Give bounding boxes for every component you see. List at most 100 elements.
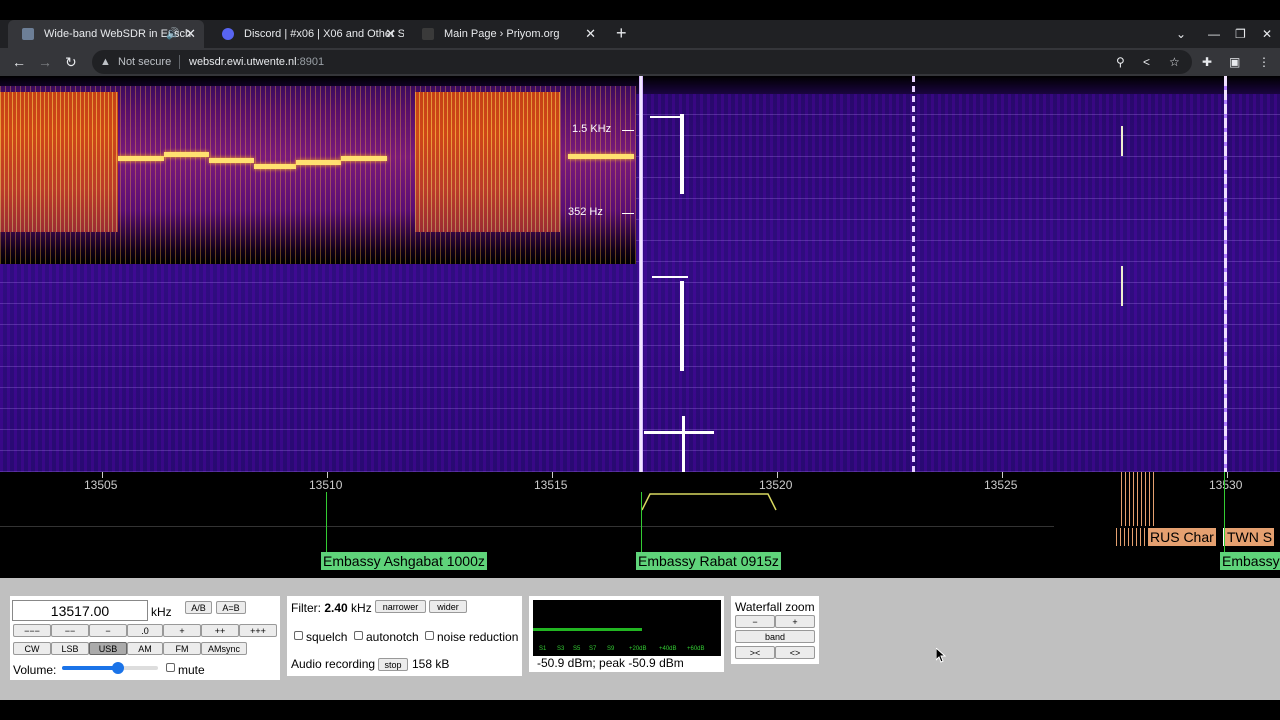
zoom-in-button[interactable]: + — [775, 615, 815, 628]
cw-signal-trace — [650, 116, 680, 118]
marker-rabat[interactable]: Embassy Rabat 0915z — [636, 552, 781, 570]
mute-checkbox[interactable] — [166, 663, 175, 672]
tone-trace — [164, 152, 209, 157]
squelch-checkbox[interactable] — [294, 631, 303, 640]
signal-streak — [1224, 76, 1227, 472]
s-meter-level — [533, 628, 643, 631]
marker-line — [1224, 472, 1225, 552]
restore-icon[interactable]: ❐ — [1235, 20, 1246, 48]
close-tab-icon[interactable]: ✕ — [585, 20, 596, 48]
menu-icon[interactable]: ⋮ — [1258, 48, 1270, 76]
spectrum-tick — [622, 213, 634, 214]
volume-slider[interactable] — [62, 662, 158, 674]
close-tab-icon[interactable]: ✕ — [185, 20, 196, 48]
marker-twn[interactable]: TWN S — [1223, 528, 1275, 546]
address-bar[interactable]: ▲ Not secure websdr.ewi.utwente.nl:8901 — [92, 50, 1192, 74]
passband-indicator[interactable] — [640, 492, 780, 512]
marker-embassy[interactable]: Embassy — [1220, 552, 1280, 570]
cw-signal-trace — [644, 431, 714, 434]
frequency-scale[interactable]: 13505 13510 13515 13520 13525 13530 RUS … — [0, 472, 1280, 578]
mode-lsb-button[interactable]: LSB — [51, 642, 89, 655]
new-tab-icon[interactable]: + — [616, 20, 627, 48]
priyom-favicon-icon — [422, 28, 434, 40]
s-meter-tick: +40dB — [659, 646, 677, 652]
scale-label: 13510 — [309, 478, 343, 492]
tone-trace — [118, 156, 164, 161]
warning-icon[interactable]: ▲ — [100, 50, 111, 74]
close-tab-icon[interactable]: ✕ — [385, 20, 396, 48]
wider-button[interactable]: wider — [429, 600, 467, 613]
cw-signal-trace — [680, 114, 684, 194]
zoom-shrink-button[interactable]: >< — [735, 646, 775, 659]
mouse-cursor-icon — [936, 648, 946, 663]
share-icon[interactable]: < — [1143, 48, 1150, 76]
zoom-band-button[interactable]: band — [735, 630, 815, 643]
step-up-2-button[interactable]: ++ — [201, 624, 239, 637]
ab-button[interactable]: A/B — [185, 601, 212, 614]
s-meter-tick: S1 — [539, 646, 547, 652]
side-panel-icon[interactable]: ▣ — [1229, 48, 1240, 76]
noise-reduction-checkbox[interactable] — [425, 631, 434, 640]
round-button[interactable]: .0 — [127, 624, 163, 637]
volume-fill — [62, 666, 119, 670]
narrower-button[interactable]: narrower — [375, 600, 426, 613]
security-label[interactable]: Not secure — [118, 50, 171, 74]
extensions-icon[interactable]: ✚ — [1202, 48, 1212, 76]
cw-signal-trace — [680, 281, 684, 371]
tone-trace — [341, 156, 387, 161]
recording-size: 158 kB — [412, 657, 450, 671]
mode-am-button[interactable]: AM — [127, 642, 163, 655]
zoom-out-button[interactable]: − — [735, 615, 775, 628]
stop-recording-button[interactable]: stop — [378, 658, 408, 671]
close-window-icon[interactable]: ✕ — [1262, 20, 1272, 48]
volume-label: Volume: — [13, 663, 57, 677]
zoom-expand-button[interactable]: <> — [775, 646, 815, 659]
marker-rus[interactable]: RUS Char — [1148, 528, 1216, 546]
spectrum-tick — [622, 130, 634, 131]
tab-strip: Wide-band WebSDR in Ensch 🔊 ✕ Discord | … — [0, 20, 1280, 48]
s-meter-tick: S7 — [589, 646, 597, 652]
tab-title: Discord | #x06 | X06 and Other St — [244, 28, 404, 40]
audio-recording-label: Audio recording — [291, 657, 376, 671]
signal-streak — [1121, 126, 1123, 156]
step-down-3-button[interactable]: −−− — [13, 624, 51, 637]
rus-marker-hatch — [1116, 528, 1148, 546]
signal-streak — [912, 76, 915, 472]
step-down-2-button[interactable]: −− — [51, 624, 89, 637]
back-icon[interactable]: ← — [12, 48, 26, 76]
marker-line — [641, 492, 642, 552]
mode-amsync-button[interactable]: AMsync — [201, 642, 247, 655]
tab-discord[interactable]: Discord | #x06 | X06 and Other St ✕ — [208, 20, 404, 48]
tuned-frequency-line — [639, 76, 643, 472]
reload-icon[interactable]: ↻ — [65, 48, 77, 76]
tab-search-icon[interactable]: ⌄ — [1176, 20, 1186, 48]
s-meter-tick: +60dB — [687, 646, 705, 652]
a-equals-b-button[interactable]: A=B — [216, 601, 246, 614]
step-up-1-button[interactable]: + — [163, 624, 201, 637]
waterfall-display[interactable]: 1.5 KHz 352 Hz — [0, 76, 1280, 472]
websdr-favicon-icon — [22, 28, 34, 40]
mode-usb-button[interactable]: USB — [89, 642, 127, 655]
step-down-1-button[interactable]: − — [89, 624, 127, 637]
autonotch-checkbox[interactable] — [354, 631, 363, 640]
mode-fm-button[interactable]: FM — [163, 642, 201, 655]
s-meter-reading: -50.9 dBm; peak -50.9 dBm — [537, 656, 684, 670]
minimize-icon[interactable]: — — [1208, 20, 1220, 48]
speaker-icon[interactable]: 🔊 — [166, 20, 180, 48]
frequency-input[interactable]: 13517.00 — [12, 600, 148, 621]
spectrum-label-high: 1.5 KHz — [572, 123, 612, 135]
url-text[interactable]: websdr.ewi.utwente.nl:8901 — [189, 50, 324, 74]
zoom-icon[interactable]: ⚲ — [1116, 48, 1125, 76]
marker-line — [326, 492, 327, 552]
forward-icon[interactable]: → — [38, 48, 52, 76]
spectrum-hot-region — [0, 92, 118, 232]
s-meter: S1 S3 S5 S7 S9 +20dB +40dB +60dB — [533, 600, 721, 656]
marker-ashgabat[interactable]: Embassy Ashgabat 1000z — [321, 552, 487, 570]
step-up-3-button[interactable]: +++ — [239, 624, 277, 637]
bookmark-star-icon[interactable]: ☆ — [1169, 48, 1180, 76]
tone-trace — [209, 158, 254, 163]
tab-websdr[interactable]: Wide-band WebSDR in Ensch 🔊 ✕ — [8, 20, 204, 48]
tab-priyom[interactable]: Main Page › Priyom.org ✕ — [408, 20, 604, 48]
mode-cw-button[interactable]: CW — [13, 642, 51, 655]
discord-favicon-icon — [222, 28, 234, 40]
